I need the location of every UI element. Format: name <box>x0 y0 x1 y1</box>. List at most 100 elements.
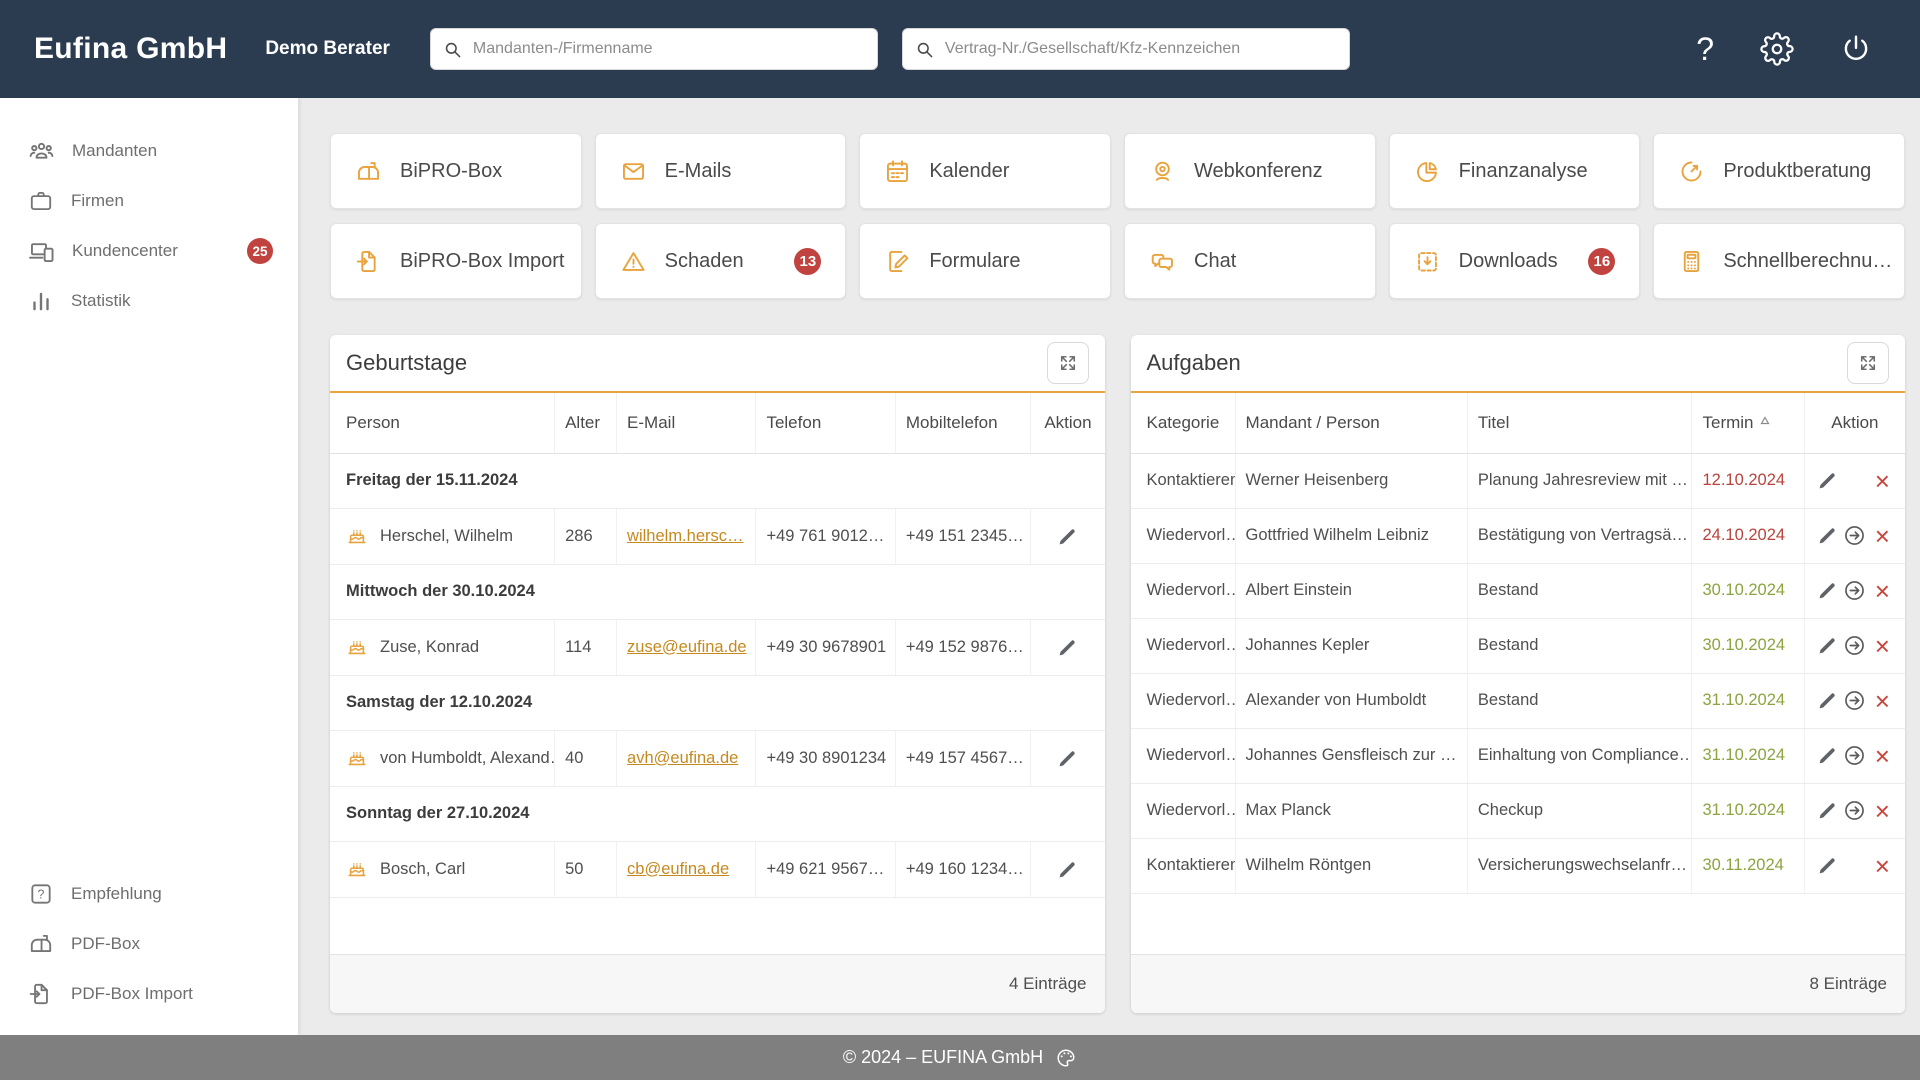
tile-chat[interactable]: Chat <box>1124 223 1376 299</box>
forward-arrow-icon[interactable] <box>1842 740 1867 772</box>
cake-icon <box>346 858 368 880</box>
forward-arrow-icon[interactable] <box>1842 685 1867 717</box>
palette-icon[interactable] <box>1055 1047 1077 1069</box>
tasks-panel: Aufgaben Kategorie Mandant / Person Tite… <box>1130 335 1906 1013</box>
sidebar-item-label: PDF-Box <box>71 934 140 953</box>
panel-title: Geburtstage <box>346 350 468 375</box>
calculator-icon <box>1678 248 1705 275</box>
client-search-input[interactable] <box>470 39 865 59</box>
tile-bipro-box-import[interactable]: BiPRO-Box Import <box>330 223 582 299</box>
sidebar-item-kundencenter[interactable]: Kundencenter 25 <box>0 226 298 276</box>
expand-icon[interactable] <box>1046 342 1089 384</box>
kundencenter-badge: 25 <box>247 238 273 264</box>
devices-icon <box>28 238 55 265</box>
column-header-termin[interactable]: Termin <box>1691 393 1805 454</box>
tile-schnellberechnung[interactable]: Schnellberechnu… <box>1653 223 1905 299</box>
task-category: Wiedervorl… <box>1130 618 1236 674</box>
delete-x-icon[interactable]: × <box>1870 795 1895 827</box>
task-row: Kontaktieren Wilhelm Röntgen Versicherun… <box>1130 838 1905 894</box>
task-row: Wiedervorl… Albert Einstein Bestand 30.1… <box>1130 563 1905 619</box>
copyright-text: © 2024 – EUFINA GmbH <box>842 1047 1044 1067</box>
email-link[interactable]: avh@eufina.de <box>627 749 738 767</box>
forward-arrow-icon[interactable] <box>1842 795 1867 827</box>
expand-icon[interactable] <box>1847 342 1889 384</box>
tile-webkonferenz[interactable]: Webkonferenz <box>1124 133 1376 209</box>
sidebar-item-empfehlung[interactable]: ? Empfehlung <box>0 869 298 919</box>
sidebar-item-statistik[interactable]: Statistik <box>0 276 298 326</box>
edit-pencil-icon[interactable] <box>1815 520 1840 552</box>
delete-x-icon[interactable]: × <box>1870 685 1895 717</box>
forward-arrow-icon[interactable] <box>1842 520 1867 552</box>
edit-pencil-icon[interactable] <box>1052 742 1084 774</box>
task-row: Wiedervorl… Johannes Gensfleisch zur … E… <box>1130 728 1905 784</box>
task-title: Bestand <box>1466 563 1692 619</box>
person-name: Bosch, Carl <box>380 859 466 878</box>
task-due-date: 12.10.2024 <box>1691 453 1805 509</box>
task-category: Kontaktieren <box>1130 453 1236 509</box>
sidebar-item-pdf-box[interactable]: PDF-Box <box>0 919 298 969</box>
forward-arrow-icon[interactable] <box>1842 575 1867 607</box>
column-header-aktion: Aktion <box>1030 393 1105 454</box>
tile-produktberatung[interactable]: Produktberatung <box>1653 133 1905 209</box>
panel-filler <box>1131 894 1906 955</box>
power-icon[interactable] <box>1840 33 1872 65</box>
task-due-date: 30.10.2024 <box>1691 563 1805 619</box>
email-link[interactable]: wilhelm.hersc… <box>627 527 743 545</box>
edit-pencil-icon[interactable] <box>1815 575 1840 607</box>
edit-pencil-icon[interactable] <box>1815 740 1840 772</box>
help-icon[interactable]: ? <box>1696 33 1714 65</box>
delete-x-icon[interactable]: × <box>1870 850 1895 882</box>
edit-pencil-icon[interactable] <box>1815 795 1840 827</box>
edit-pencil-icon[interactable] <box>1052 520 1084 552</box>
edit-pencil-icon[interactable] <box>1052 853 1084 885</box>
document-import-icon <box>355 248 382 275</box>
settings-gear-icon[interactable] <box>1760 32 1794 66</box>
column-header-aktion: Aktion <box>1803 393 1905 454</box>
edit-pencil-icon[interactable] <box>1815 630 1840 662</box>
task-due-date: 31.10.2024 <box>1691 728 1805 784</box>
edit-pencil-icon[interactable] <box>1815 850 1840 882</box>
dashboard-panels: Geburtstage Person Alter E-Mail Telefon … <box>330 335 1905 1013</box>
sidebar-item-label: Kundencenter <box>72 241 178 260</box>
delete-x-icon[interactable]: × <box>1870 520 1895 552</box>
tile-schaden[interactable]: Schaden 13 <box>594 223 847 299</box>
cake-icon <box>346 747 368 769</box>
sidebar-item-firmen[interactable]: Firmen <box>0 176 298 226</box>
column-header-titel: Titel <box>1466 393 1692 454</box>
birthdays-panel-header: Geburtstage <box>330 335 1105 393</box>
tile-label: Schnellberechnu… <box>1723 249 1893 272</box>
tile-label: Chat <box>1194 249 1237 272</box>
task-category: Wiedervorl… <box>1130 508 1236 564</box>
edit-pencil-icon[interactable] <box>1815 465 1840 497</box>
tile-emails[interactable]: E-Mails <box>594 133 847 209</box>
email-link[interactable]: zuse@eufina.de <box>627 638 747 656</box>
birthday-row: Zuse, Konrad 114 zuse@eufina.de +49 30 9… <box>330 619 1105 676</box>
tile-bipro-box[interactable]: BiPRO-Box <box>330 133 582 209</box>
briefcase-icon <box>28 188 54 214</box>
task-due-date: 30.11.2024 <box>1691 838 1805 894</box>
tasks-panel-header: Aufgaben <box>1130 335 1905 393</box>
column-header-telefon: Telefon <box>755 393 896 454</box>
tile-downloads[interactable]: Downloads 16 <box>1388 223 1641 299</box>
tile-formulare[interactable]: Formulare <box>859 223 1111 299</box>
tasks-header-row: Kategorie Mandant / Person Titel Termin … <box>1130 393 1905 454</box>
delete-x-icon[interactable]: × <box>1870 630 1895 662</box>
delete-x-icon[interactable]: × <box>1870 575 1895 607</box>
delete-x-icon[interactable]: × <box>1870 465 1895 497</box>
forward-arrow-icon[interactable] <box>1842 630 1867 662</box>
task-client: Werner Heisenberg <box>1234 453 1468 509</box>
tile-kalender[interactable]: Kalender <box>859 133 1111 209</box>
task-title: Bestand <box>1466 673 1692 729</box>
birthdays-table: Person Alter E-Mail Telefon Mobiltelefon… <box>330 393 1105 898</box>
tile-finanzanalyse[interactable]: Finanzanalyse <box>1388 133 1641 209</box>
email-link[interactable]: cb@eufina.de <box>627 860 729 878</box>
edit-pencil-icon[interactable] <box>1815 685 1840 717</box>
date-group-row: Samstag der 12.10.2024 <box>330 675 1105 731</box>
tile-label: Schaden <box>664 249 744 272</box>
sidebar-item-label: PDF-Box Import <box>71 984 193 1003</box>
delete-x-icon[interactable]: × <box>1870 740 1895 772</box>
edit-pencil-icon[interactable] <box>1052 631 1084 663</box>
sidebar-item-mandanten[interactable]: Mandanten <box>0 126 298 176</box>
contract-search-input[interactable] <box>942 39 1337 59</box>
sidebar-item-pdf-box-import[interactable]: PDF-Box Import <box>0 969 298 1019</box>
